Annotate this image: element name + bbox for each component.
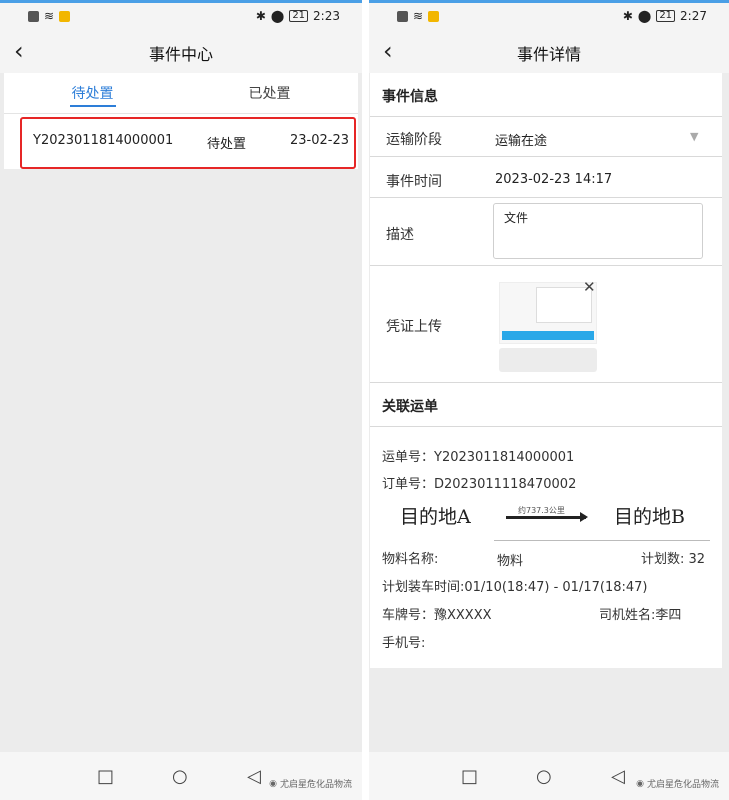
tab-pending[interactable]: 待处置 <box>4 73 181 113</box>
recent-apps-button[interactable]: □ <box>461 766 478 787</box>
page-title: 事件中心 <box>148 45 213 64</box>
divider <box>370 382 722 383</box>
plate-number: 车牌号：豫XXXXX <box>382 608 492 623</box>
status-bar: ≋ ✱ ⬤ 21 2:23 <box>0 3 362 29</box>
right-phone-screen: ≋ ✱ ⬤ 21 2:27 ‹ 事件详情 事件信息 运输阶段 运输在途 ▼ 事件… <box>369 0 729 800</box>
wifi-icon: ≋ <box>413 9 424 23</box>
stage-label: 运输阶段 <box>386 132 442 148</box>
divider <box>370 197 722 198</box>
divider <box>370 265 722 266</box>
left-phone-screen: ≋ ✱ ⬤ 21 2:23 ‹ 事件中心 待处置 已处置 Y2023011814… <box>0 0 362 800</box>
notification-icon <box>397 10 408 22</box>
route-line <box>506 516 586 519</box>
wifi-icon: ≋ <box>44 9 55 23</box>
waybill-section-title: 关联运单 <box>382 399 438 415</box>
watermark: ◉ 尤启星危化品物流 <box>636 777 719 791</box>
app-notification-icon <box>428 10 440 22</box>
planned-load-time: 计划装车时间:01/10(18:47) - 01/17(18:47) <box>382 580 648 595</box>
bluetooth-icon: ✱ <box>622 9 633 23</box>
system-back-button[interactable]: ◁ <box>611 766 625 787</box>
divider <box>370 156 722 157</box>
status-bar: ≋ ✱ ⬤ 21 2:27 <box>369 3 729 29</box>
bluetooth-icon: ✱ <box>255 9 266 23</box>
event-tabs: 待处置 已处置 <box>4 73 358 113</box>
material-value: 物料 <box>497 554 524 569</box>
desc-label: 描述 <box>386 227 414 243</box>
event-date: 23-02-23 <box>290 133 350 148</box>
time-value[interactable]: 2023-02-23 14:17 <box>495 172 612 187</box>
time-label: 事件时间 <box>386 174 442 190</box>
dropdown-arrow-icon[interactable]: ▼ <box>690 130 698 143</box>
destination-location: 目的地B <box>614 506 685 528</box>
notification-icon <box>28 10 39 22</box>
route-arrow-icon <box>580 512 588 522</box>
tab-handled-label: 已处置 <box>248 86 291 102</box>
event-status: 待处置 <box>207 137 247 152</box>
driver-name: 司机姓名:李四 <box>599 608 682 623</box>
recent-apps-button[interactable]: □ <box>97 766 114 787</box>
divider <box>370 426 722 427</box>
watermark-text: 尤启星危化品物流 <box>279 780 352 790</box>
phone-number: 手机号: <box>382 636 426 651</box>
watermark-text: 尤启星危化品物流 <box>646 780 719 790</box>
system-back-button[interactable]: ◁ <box>247 766 261 787</box>
remove-image-icon[interactable]: ✕ <box>583 278 596 296</box>
event-id: Y2023011814000001 <box>33 133 174 148</box>
wechat-icon: ◉ <box>636 778 644 789</box>
screen-divider <box>362 0 369 800</box>
wechat-icon: ◉ <box>269 778 277 789</box>
page-title: 事件详情 <box>516 45 581 64</box>
divider <box>370 116 722 117</box>
location-icon: ⬤ <box>637 9 652 23</box>
thumbnail-bar <box>502 331 594 340</box>
nav-bar: ‹ 事件中心 <box>0 29 362 73</box>
nav-bar: ‹ 事件详情 <box>369 29 729 73</box>
upload-placeholder[interactable] <box>499 348 597 372</box>
system-nav-bar: □ ○ ◁ ◉ 尤启星危化品物流 <box>369 752 729 800</box>
home-button[interactable]: ○ <box>536 766 552 787</box>
watermark: ◉ 尤启星危化品物流 <box>269 777 352 791</box>
event-info-title: 事件信息 <box>382 89 438 105</box>
material-label: 物料名称: <box>382 552 439 567</box>
battery-icon: 21 <box>289 10 309 22</box>
order-number: 订单号：D2023011118470002 <box>382 477 577 492</box>
tab-active-indicator <box>69 105 116 107</box>
waybill-number: 运单号：Y2023011814000001 <box>382 450 575 465</box>
origin-location: 目的地A <box>400 506 471 528</box>
battery-icon: 21 <box>656 10 676 22</box>
clock: 2:23 <box>313 9 340 23</box>
event-list-item[interactable]: Y2023011814000001 待处置 23-02-23 <box>4 113 358 169</box>
tab-pending-label: 待处置 <box>71 86 114 102</box>
home-button[interactable]: ○ <box>172 766 188 787</box>
route-underline <box>494 540 710 541</box>
location-icon: ⬤ <box>270 9 285 23</box>
clock: 2:27 <box>680 9 707 23</box>
description-input[interactable]: 文件 <box>493 203 703 259</box>
app-notification-icon <box>59 10 71 22</box>
stage-select[interactable]: 运输在途 <box>495 130 547 149</box>
plan-quantity: 计划数: 32 <box>641 552 706 567</box>
tab-handled[interactable]: 已处置 <box>181 73 358 113</box>
system-nav-bar: □ ○ ◁ ◉ 尤启星危化品物流 <box>0 752 362 800</box>
distance-label: 约737.3公里 <box>518 506 565 515</box>
upload-label: 凭证上传 <box>386 319 442 335</box>
